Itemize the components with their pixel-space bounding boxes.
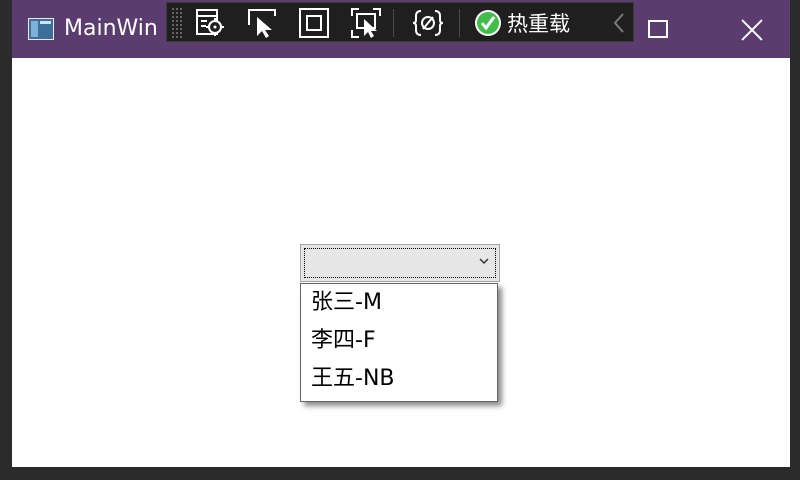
xaml-debug-toolbar: 热重载 xyxy=(166,2,634,42)
main-window: MainWin 热重载 张三-M 李四-F 王五-NB xyxy=(0,0,800,480)
pointer-select-button[interactable] xyxy=(245,7,279,39)
toolbar-separator xyxy=(459,9,460,37)
close-button[interactable] xyxy=(738,16,766,44)
list-item[interactable]: 张三-M xyxy=(301,284,497,322)
toolbar-separator xyxy=(393,9,394,37)
app-icon xyxy=(28,18,54,40)
check-circle-icon xyxy=(475,10,501,36)
display-layout-adorners-icon xyxy=(299,8,329,38)
list-item[interactable]: 李四-F xyxy=(301,322,497,360)
track-focused-element-icon xyxy=(351,8,381,38)
select-element-icon xyxy=(196,9,224,36)
combobox-dropdown-list: 张三-M 李四-F 王五-NB xyxy=(300,283,498,402)
window-title: MainWin xyxy=(64,16,158,41)
person-combobox[interactable] xyxy=(300,244,500,282)
hot-reload-label: 热重载 xyxy=(507,12,570,36)
binding-failures-button[interactable] xyxy=(411,7,445,39)
chevron-left-icon xyxy=(613,13,624,33)
focus-rectangle xyxy=(304,248,496,278)
chevron-down-icon xyxy=(479,258,489,265)
select-element-button[interactable] xyxy=(193,7,227,39)
binding-failures-icon xyxy=(412,10,444,36)
track-focus-button[interactable] xyxy=(349,7,383,39)
hot-reload-button[interactable]: 热重载 xyxy=(473,7,570,39)
pointer-select-icon xyxy=(248,9,276,38)
window-content: 张三-M 李四-F 王五-NB xyxy=(12,58,790,467)
collapse-toolbar-button[interactable] xyxy=(609,11,629,35)
display-adorners-button[interactable] xyxy=(297,7,331,39)
toolbar-grip-handle[interactable] xyxy=(171,7,183,39)
maximize-button[interactable] xyxy=(648,20,668,38)
list-item[interactable]: 王五-NB xyxy=(301,360,497,398)
